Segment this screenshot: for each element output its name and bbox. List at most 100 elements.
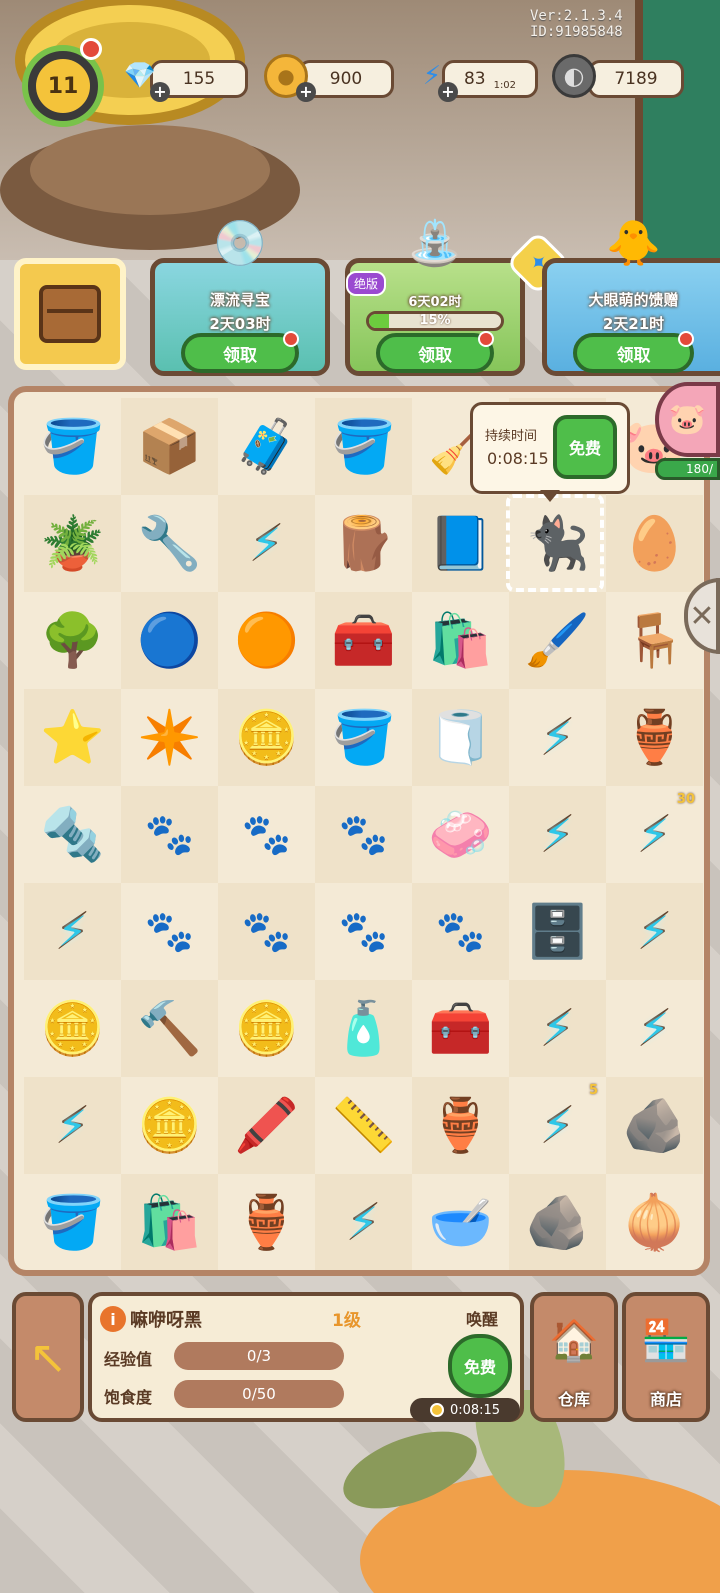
- board-cell[interactable]: 🪙: [218, 689, 315, 786]
- board-cell[interactable]: 🔧: [121, 495, 218, 592]
- board-cell[interactable]: 🗄️: [509, 883, 606, 980]
- board-cell[interactable]: 🐾: [315, 786, 412, 883]
- board-cell[interactable]: 📦: [121, 398, 218, 495]
- add-energy-button[interactable]: +: [438, 82, 458, 102]
- board-cell[interactable]: 🧰: [315, 592, 412, 689]
- board-cell[interactable]: 🏺: [218, 1174, 315, 1270]
- board-cell[interactable]: 🛍️: [121, 1174, 218, 1270]
- board-cell[interactable]: 🐾: [218, 786, 315, 883]
- board-cell[interactable]: ⚡ ⚡: [606, 980, 703, 1077]
- seed-counter[interactable]: 7189: [588, 60, 684, 98]
- board-cell[interactable]: 🛍️: [412, 592, 509, 689]
- board-cell[interactable]: 🧳: [218, 398, 315, 495]
- board-cell[interactable]: ⚡ ⚡ 30: [606, 786, 703, 883]
- board-item-icon: 🟠: [234, 611, 299, 671]
- board-cell[interactable]: 🪨: [606, 1077, 703, 1174]
- board-cell[interactable]: 🥚: [606, 495, 703, 592]
- tooltip-free-button[interactable]: 免费: [553, 415, 617, 479]
- add-coins-button[interactable]: +: [296, 82, 316, 102]
- board-cell[interactable]: 🐾: [315, 883, 412, 980]
- board-cell[interactable]: 🏺: [412, 1077, 509, 1174]
- board-cell[interactable]: 🔩: [24, 786, 121, 883]
- board-cell[interactable]: ⚡ ⚡: [509, 786, 606, 883]
- board-cell[interactable]: 🪣: [315, 398, 412, 495]
- board-item-icon: 🧼: [428, 805, 493, 865]
- treasure-disc-icon: 💿: [212, 218, 268, 269]
- energy-bolt-icon: ⚡: [348, 1198, 379, 1247]
- board-item-icon: 🔨: [137, 999, 202, 1059]
- event-fountain[interactable]: ⛲ 绝版 6天02时 15% 领取: [345, 218, 525, 376]
- event-time: 6天02时: [408, 295, 462, 310]
- tooltip-arrow: [540, 490, 560, 502]
- board-cell[interactable]: 🐾: [218, 883, 315, 980]
- event-big-eyes-gift[interactable]: 🐥 大眼萌的馈赠 2天21时 领取: [542, 218, 720, 376]
- board-cell[interactable]: 🐾: [121, 883, 218, 980]
- board-cell[interactable]: 🪴: [24, 495, 121, 592]
- board-cell[interactable]: 🌳: [24, 592, 121, 689]
- notification-dot: [80, 38, 102, 60]
- board-cell[interactable]: ⚡ ⚡: [315, 1174, 412, 1270]
- board-cell[interactable]: 🖍️: [218, 1077, 315, 1174]
- board-cell[interactable]: 🐾: [121, 786, 218, 883]
- piggy-bank-icon[interactable]: 🐷: [655, 382, 720, 457]
- board-cell[interactable]: 🧰: [412, 980, 509, 1077]
- board-cell[interactable]: 🔵: [121, 592, 218, 689]
- board-cell[interactable]: ⚡ ⚡: [24, 1077, 121, 1174]
- claim-button[interactable]: 领取: [376, 331, 494, 373]
- shop-button[interactable]: 🏪 商店: [622, 1292, 710, 1422]
- claim-button[interactable]: 领取: [181, 331, 299, 373]
- board-cell[interactable]: ⚡ ⚡: [218, 495, 315, 592]
- board-cell[interactable]: 🧅: [606, 1174, 703, 1270]
- board-cell[interactable]: 🥣: [412, 1174, 509, 1270]
- board-cell[interactable]: 📘: [412, 495, 509, 592]
- wake-free-button[interactable]: 免费: [448, 1334, 512, 1398]
- board-cell[interactable]: ⚡ ⚡: [509, 689, 606, 786]
- warehouse-button[interactable]: 🏠 仓库: [530, 1292, 618, 1422]
- board-cell[interactable]: 🐾: [412, 883, 509, 980]
- crate-icon: [39, 285, 101, 343]
- board-cell[interactable]: 🪙: [218, 980, 315, 1077]
- paw-print-icon: 🐾: [144, 812, 195, 858]
- board-cell[interactable]: 🪣: [315, 689, 412, 786]
- board-cell[interactable]: ⚡ ⚡: [509, 980, 606, 1077]
- board-cell[interactable]: ⚡ ⚡: [606, 883, 703, 980]
- tooltip-label: 持续时间: [485, 429, 538, 444]
- add-gems-button[interactable]: +: [150, 82, 170, 102]
- board-cell[interactable]: 🖌️: [509, 592, 606, 689]
- info-icon[interactable]: i: [100, 1306, 126, 1332]
- board-cell[interactable]: 📏: [315, 1077, 412, 1174]
- fountain-decoration: [0, 0, 300, 250]
- board-cell[interactable]: ⚡ ⚡ 5: [509, 1077, 606, 1174]
- cat-info-panel: i 嘛咿呀黑 1级 唤醒 经验值 0/3 饱食度 0/50 免费 0:08:15: [88, 1292, 524, 1422]
- board-item-icon: 🪣: [40, 417, 105, 477]
- paw-print-icon: 🐾: [144, 909, 195, 955]
- board-cell[interactable]: 🟠: [218, 592, 315, 689]
- board-cell[interactable]: 🧼: [412, 786, 509, 883]
- back-button[interactable]: ↖: [12, 1292, 84, 1422]
- board-cell[interactable]: 🔨: [121, 980, 218, 1077]
- clock-icon: [429, 1403, 444, 1417]
- crate-card-button[interactable]: [14, 258, 126, 370]
- board-cell[interactable]: 🪨: [509, 1174, 606, 1270]
- event-time: 2天03时: [209, 315, 271, 333]
- board-cell[interactable]: 🪵: [315, 495, 412, 592]
- board-cell[interactable]: 🏺: [606, 689, 703, 786]
- board-cell[interactable]: ⭐: [24, 689, 121, 786]
- board-cell[interactable]: 🪙: [24, 980, 121, 1077]
- notification-dot: [478, 331, 494, 347]
- board-cell[interactable]: 🧻: [412, 689, 509, 786]
- board-item-icon: 🗄️: [525, 902, 590, 962]
- version-label: Ver:2.1.3.4 ID:91985848: [530, 8, 623, 40]
- tooltip-time: 0:08:15: [487, 449, 549, 468]
- board-cell[interactable]: 🪣: [24, 398, 121, 495]
- board-cell[interactable]: 🧴: [315, 980, 412, 1077]
- paw-print-icon: 🐾: [435, 909, 486, 955]
- board-cell[interactable]: ⚡ ⚡: [24, 883, 121, 980]
- energy-bolt-icon: ⚡: [542, 810, 573, 859]
- board-cell[interactable]: 🪣: [24, 1174, 121, 1270]
- board-cell[interactable]: ✴️: [121, 689, 218, 786]
- claim-button[interactable]: 领取: [573, 331, 694, 373]
- event-drift-treasure[interactable]: 💿 漂流寻宝 2天03时 领取: [150, 218, 330, 376]
- fountain-cat-icon: ⛲: [407, 218, 463, 269]
- board-cell[interactable]: 🪙: [121, 1077, 218, 1174]
